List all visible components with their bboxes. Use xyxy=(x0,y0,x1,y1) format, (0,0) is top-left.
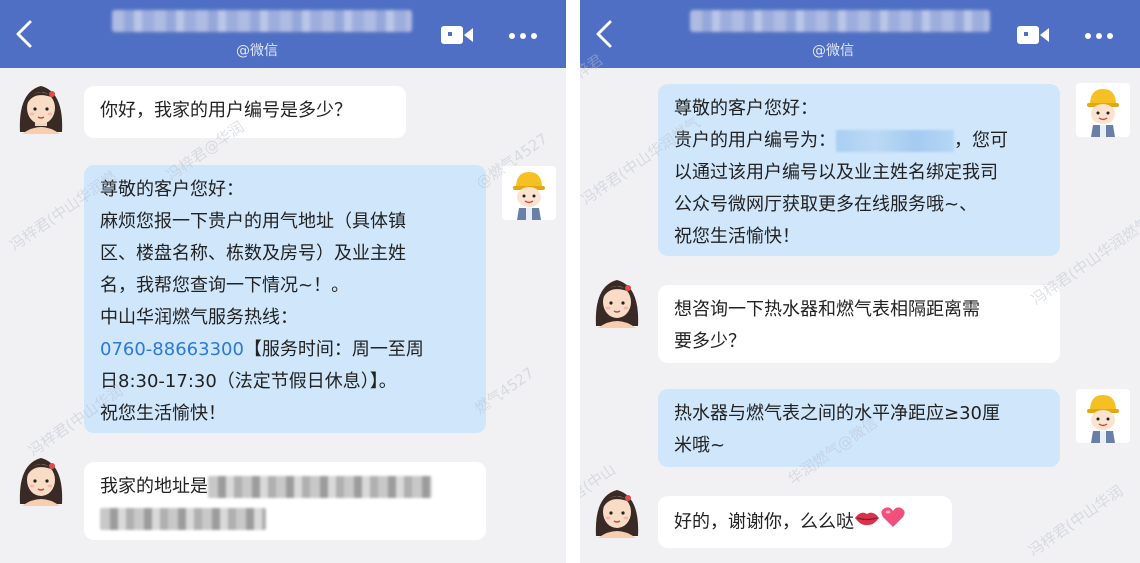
address-blurred xyxy=(208,476,432,498)
message-text: 麻烦您报一下贵户的用气地址（具体镇 xyxy=(100,211,406,232)
message-text: 以通过该用户编号以及业主姓名绑定我司 xyxy=(674,162,998,183)
customer-avatar[interactable] xyxy=(14,452,68,506)
left-chat-panel: @微信 你好，我家的用户编号是多少？ 尊敬的客户您好： 麻烦您报一下贵户的用气地… xyxy=(0,0,566,563)
message-text: 公众号微网厅获取更多在线服务哦~、 xyxy=(674,194,978,215)
message-text-line: 0760-88663300【服务时间：周一至周 xyxy=(100,334,470,366)
header-subtitle: @微信 xyxy=(236,43,278,59)
more-icon[interactable] xyxy=(1084,22,1114,46)
message-text: 【服务时间：周一至周 xyxy=(243,339,424,360)
message-text-line xyxy=(100,503,470,535)
back-arrow-icon[interactable] xyxy=(592,18,618,50)
message-text: 中山华润燃气服务热线： xyxy=(100,307,298,328)
message-text-line: 好的，谢谢你，么么哒 xyxy=(674,505,936,540)
message-text: 祝您生活愉快！ xyxy=(674,226,800,247)
message-text: 名，我帮您查询一下情况~！。 xyxy=(100,275,350,296)
contact-name-blurred xyxy=(690,10,990,32)
chat-header: @微信 xyxy=(0,0,566,68)
message-text: 祝您生活愉快！ xyxy=(100,403,226,424)
message-text: 要多少？ xyxy=(674,331,746,352)
message-text: 日8:30-17:30（法定节假日休息）】。 xyxy=(100,371,397,392)
message-text: 贵户的用户编号为： xyxy=(674,130,836,151)
heart-emoji xyxy=(880,505,906,540)
lips-emoji xyxy=(854,507,880,539)
customer-avatar[interactable] xyxy=(14,80,68,134)
message-text: ，您可 xyxy=(954,130,1008,151)
user-number-blurred xyxy=(836,130,954,152)
address-blurred xyxy=(100,508,266,530)
watermark: 冯梓君(中山华润 xyxy=(1025,481,1127,561)
back-arrow-icon[interactable] xyxy=(12,18,38,50)
message-bubble-service[interactable]: 尊敬的客户您好： 麻烦您报一下贵户的用气地址（具体镇 区、楼盘名称、栋数及房号）… xyxy=(84,165,486,433)
service-avatar[interactable] xyxy=(1076,389,1130,443)
message-bubble-customer[interactable]: 想咨询一下热水器和燃气表相隔距离需 要多少？ xyxy=(658,285,1060,363)
contact-name-blurred xyxy=(112,10,412,32)
video-call-icon[interactable] xyxy=(440,24,474,46)
message-text: 想咨询一下热水器和燃气表相隔距离需 xyxy=(674,299,980,320)
customer-avatar[interactable] xyxy=(590,484,644,538)
message-bubble-customer[interactable]: 我家的地址是 xyxy=(84,462,486,540)
message-text: 我家的地址是 xyxy=(100,476,208,497)
message-bubble-service[interactable]: 尊敬的客户您好： 贵户的用户编号为： ，您可 以通过该用户编号以及业主姓名绑定我司… xyxy=(658,84,1060,256)
hotline-phone-link[interactable]: 0760-88663300 xyxy=(100,339,244,360)
message-text: 区、楼盘名称、栋数及房号）及业主姓 xyxy=(100,243,406,264)
service-avatar[interactable] xyxy=(1076,83,1130,137)
message-text: 好的，谢谢你，么么哒 xyxy=(674,511,854,533)
message-bubble-customer[interactable]: 好的，谢谢你，么么哒 xyxy=(658,496,952,548)
video-call-icon[interactable] xyxy=(1016,24,1050,46)
customer-avatar[interactable] xyxy=(590,274,644,328)
chat-header: @微信 xyxy=(580,0,1140,68)
right-chat-panel: @微信 尊敬的客户您好： 贵户的用户编号为： ，您可 以通过该用户编号以及业主姓名… xyxy=(580,0,1140,563)
message-text: 尊敬的客户您好： xyxy=(674,98,818,119)
message-text: 尊敬的客户您好： xyxy=(100,179,244,200)
more-icon[interactable] xyxy=(508,22,538,46)
message-text: 你好，我家的用户编号是多少？ xyxy=(100,100,352,121)
message-text-line: 贵户的用户编号为： ，您可 xyxy=(674,125,1044,157)
header-subtitle: @微信 xyxy=(812,43,854,59)
message-text-line: 我家的地址是 xyxy=(100,471,470,503)
